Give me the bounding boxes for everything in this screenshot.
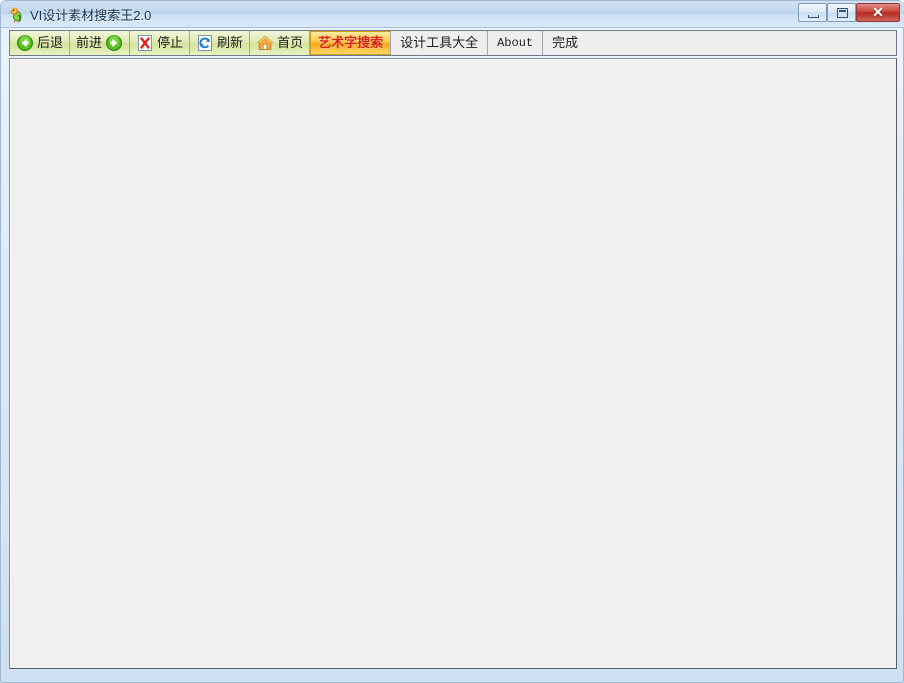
design-tools-button[interactable]: 设计工具大全 [391, 31, 489, 55]
about-button[interactable]: About [488, 31, 544, 55]
stop-button-label: 停止 [157, 35, 184, 50]
application-window: VI设计素材搜索王2.0 ✕ 后退 前进 停止 刷新 首页 艺术字搜索 设计工具… [0, 0, 904, 683]
forward-button-label: 前进 [76, 35, 103, 50]
stop-red-x-icon [136, 34, 154, 52]
refresh-button[interactable]: 刷新 [190, 31, 251, 55]
minimize-icon [808, 15, 819, 18]
toolbar: 后退 前进 停止 刷新 首页 艺术字搜索 设计工具大全 About 完成 [9, 30, 897, 56]
status-area: 完成 [543, 31, 896, 55]
refresh-blue-arrows-icon [196, 34, 214, 52]
maximize-icon [837, 8, 848, 18]
parrot-icon [8, 6, 25, 23]
forward-button[interactable]: 前进 [70, 31, 129, 55]
refresh-button-label: 刷新 [217, 35, 244, 50]
maximize-button[interactable] [827, 3, 856, 22]
window-title: VI设计素材搜索王2.0 [30, 8, 152, 23]
arrow-right-green-icon [105, 34, 123, 52]
close-button[interactable]: ✕ [856, 3, 900, 22]
title-bar[interactable]: VI设计素材搜索王2.0 ✕ [1, 1, 904, 28]
about-label: About [497, 36, 534, 50]
art-word-search-button[interactable]: 艺术字搜索 [310, 31, 392, 55]
back-button[interactable]: 后退 [10, 31, 71, 55]
home-house-icon [256, 34, 274, 52]
art-word-search-label: 艺术字搜索 [318, 35, 384, 50]
stop-button[interactable]: 停止 [130, 31, 191, 55]
minimize-button[interactable] [798, 3, 827, 22]
status-label: 完成 [552, 35, 579, 50]
close-icon: ✕ [872, 4, 884, 20]
home-button[interactable]: 首页 [250, 31, 309, 55]
toolbar-nav-group: 后退 前进 [10, 31, 131, 55]
design-tools-label: 设计工具大全 [400, 35, 479, 50]
browser-content-pane[interactable] [9, 58, 897, 669]
arrow-left-green-icon [16, 34, 34, 52]
toolbar-stop-group: 停止 刷新 首页 [130, 31, 311, 55]
back-button-label: 后退 [37, 35, 64, 50]
home-button-label: 首页 [277, 35, 304, 50]
